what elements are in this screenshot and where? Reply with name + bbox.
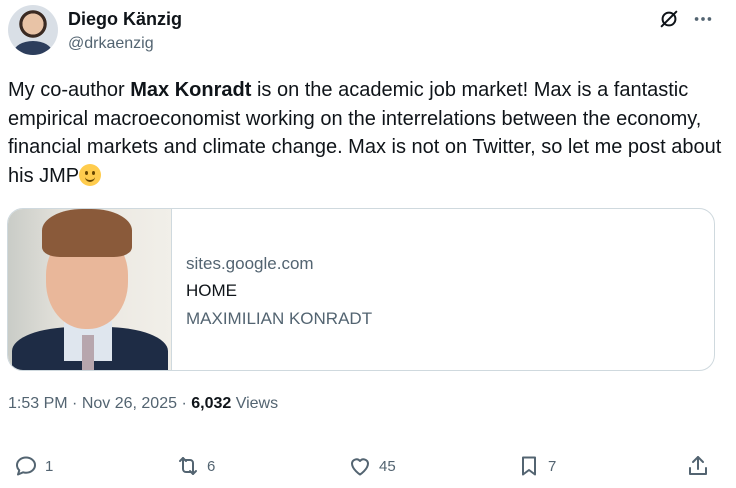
smiley-emoji-icon [79,163,102,186]
meta-separator: · [177,395,192,412]
card-description: MAXIMILIAN KONRADT [186,309,373,328]
like-icon [351,458,369,476]
retweet-count: 6 [207,457,216,475]
bookmark-icon [522,456,536,476]
more-icon[interactable] [692,8,714,30]
reply-button[interactable]: 1 [14,450,53,482]
meta-separator: · [67,395,82,412]
link-preview-card[interactable]: sites.google.com HOME MAXIMILIAN KONRADT [7,208,715,371]
mentioned-name: Max Konradt [130,79,252,101]
tweet-date[interactable]: Nov 26, 2025 [82,395,177,412]
like-count: 45 [379,457,396,475]
action-bar: 1 6 45 7 [0,450,736,482]
card-domain: sites.google.com [186,254,314,273]
author-name[interactable]: Diego Känzig [68,8,182,30]
grok-icon[interactable] [658,8,680,30]
views-label: Views [231,395,279,412]
avatar-shoulders [14,41,52,55]
share-icon [689,456,707,475]
author-avatar[interactable] [8,5,58,55]
card-portrait-image [8,209,172,370]
like-button[interactable]: 45 [348,450,396,482]
reply-icon [16,456,36,476]
retweet-icon [179,457,197,475]
tweet-text-start: My co-author [8,79,131,101]
reply-count: 1 [45,457,54,475]
tweet-text: My co-author Max Konradt is on the acade… [8,76,726,190]
card-title: HOME [186,281,237,300]
bookmark-count: 7 [548,457,557,475]
author-handle[interactable]: @drkaenzig [68,34,154,54]
views-count: 6,032 [191,395,232,412]
tweet-time[interactable]: 1:53 PM [8,395,68,412]
retweet-button[interactable]: 6 [176,450,215,482]
tweet-meta: 1:53 PM · Nov 26, 2025 · 6,032 Views [8,395,278,413]
share-button[interactable] [686,450,710,482]
bookmark-button[interactable]: 7 [517,450,556,482]
